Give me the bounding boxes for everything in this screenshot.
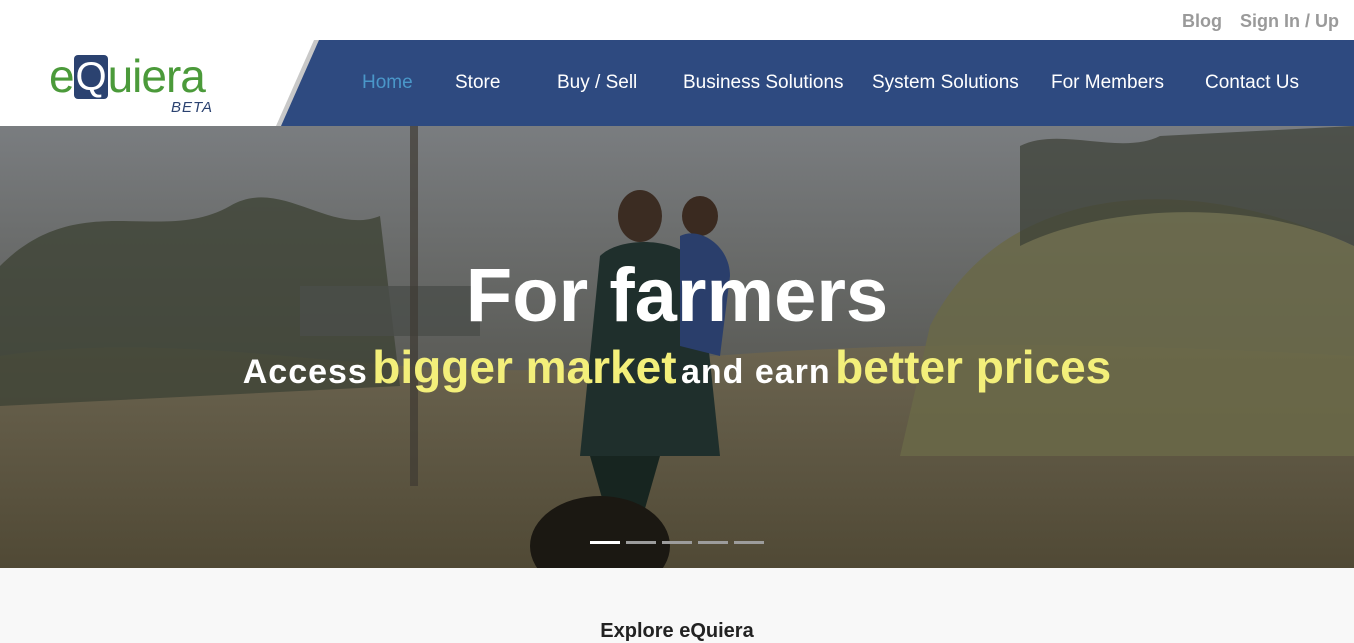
nav-home[interactable]: Home <box>362 72 413 94</box>
logo-wordmark: eQuiera <box>49 50 206 102</box>
carousel-dot-5[interactable] <box>734 541 764 544</box>
nav-system-solutions[interactable]: System Solutions <box>872 72 1019 94</box>
carousel-indicators <box>590 541 764 544</box>
explore-heading: Explore eQuiera <box>600 620 754 642</box>
hero-sub-access: Access <box>242 353 368 391</box>
hero-sub-and-earn: and earn <box>680 353 831 391</box>
carousel-dot-3[interactable] <box>662 541 692 544</box>
header: eQuiera BETA Home Store Buy / Sell Busin… <box>0 40 1354 126</box>
hero-carousel[interactable]: For farmers Access bigger market and ear… <box>0 126 1354 568</box>
hero-sub-bigger-market: bigger market <box>372 341 677 393</box>
main-nav: Home Store Buy / Sell Business Solutions… <box>276 40 1354 126</box>
top-links: Blog Sign In / Up <box>1182 11 1339 32</box>
main-nav-bar: Home Store Buy / Sell Business Solutions… <box>276 40 1354 126</box>
logo-beta-label: BETA <box>171 99 214 116</box>
sign-in-link[interactable]: Sign In / Up <box>1240 11 1339 32</box>
carousel-dot-1[interactable] <box>590 541 620 544</box>
carousel-dot-4[interactable] <box>698 541 728 544</box>
top-bar: Blog Sign In / Up <box>0 0 1354 40</box>
hero-title: For farmers <box>465 253 889 338</box>
nav-store[interactable]: Store <box>455 72 500 94</box>
nav-for-members[interactable]: For Members <box>1051 72 1164 94</box>
hero-subtitle: Access bigger market and earn better pri… <box>0 340 1354 394</box>
nav-business-solutions[interactable]: Business Solutions <box>683 72 844 94</box>
blog-link[interactable]: Blog <box>1182 11 1222 32</box>
equiera-logo[interactable]: eQuiera BETA <box>49 50 219 116</box>
carousel-dot-2[interactable] <box>626 541 656 544</box>
nav-contact-us[interactable]: Contact Us <box>1205 72 1299 94</box>
hero-sub-better-prices: better prices <box>835 341 1112 393</box>
nav-buy-sell[interactable]: Buy / Sell <box>557 72 637 94</box>
